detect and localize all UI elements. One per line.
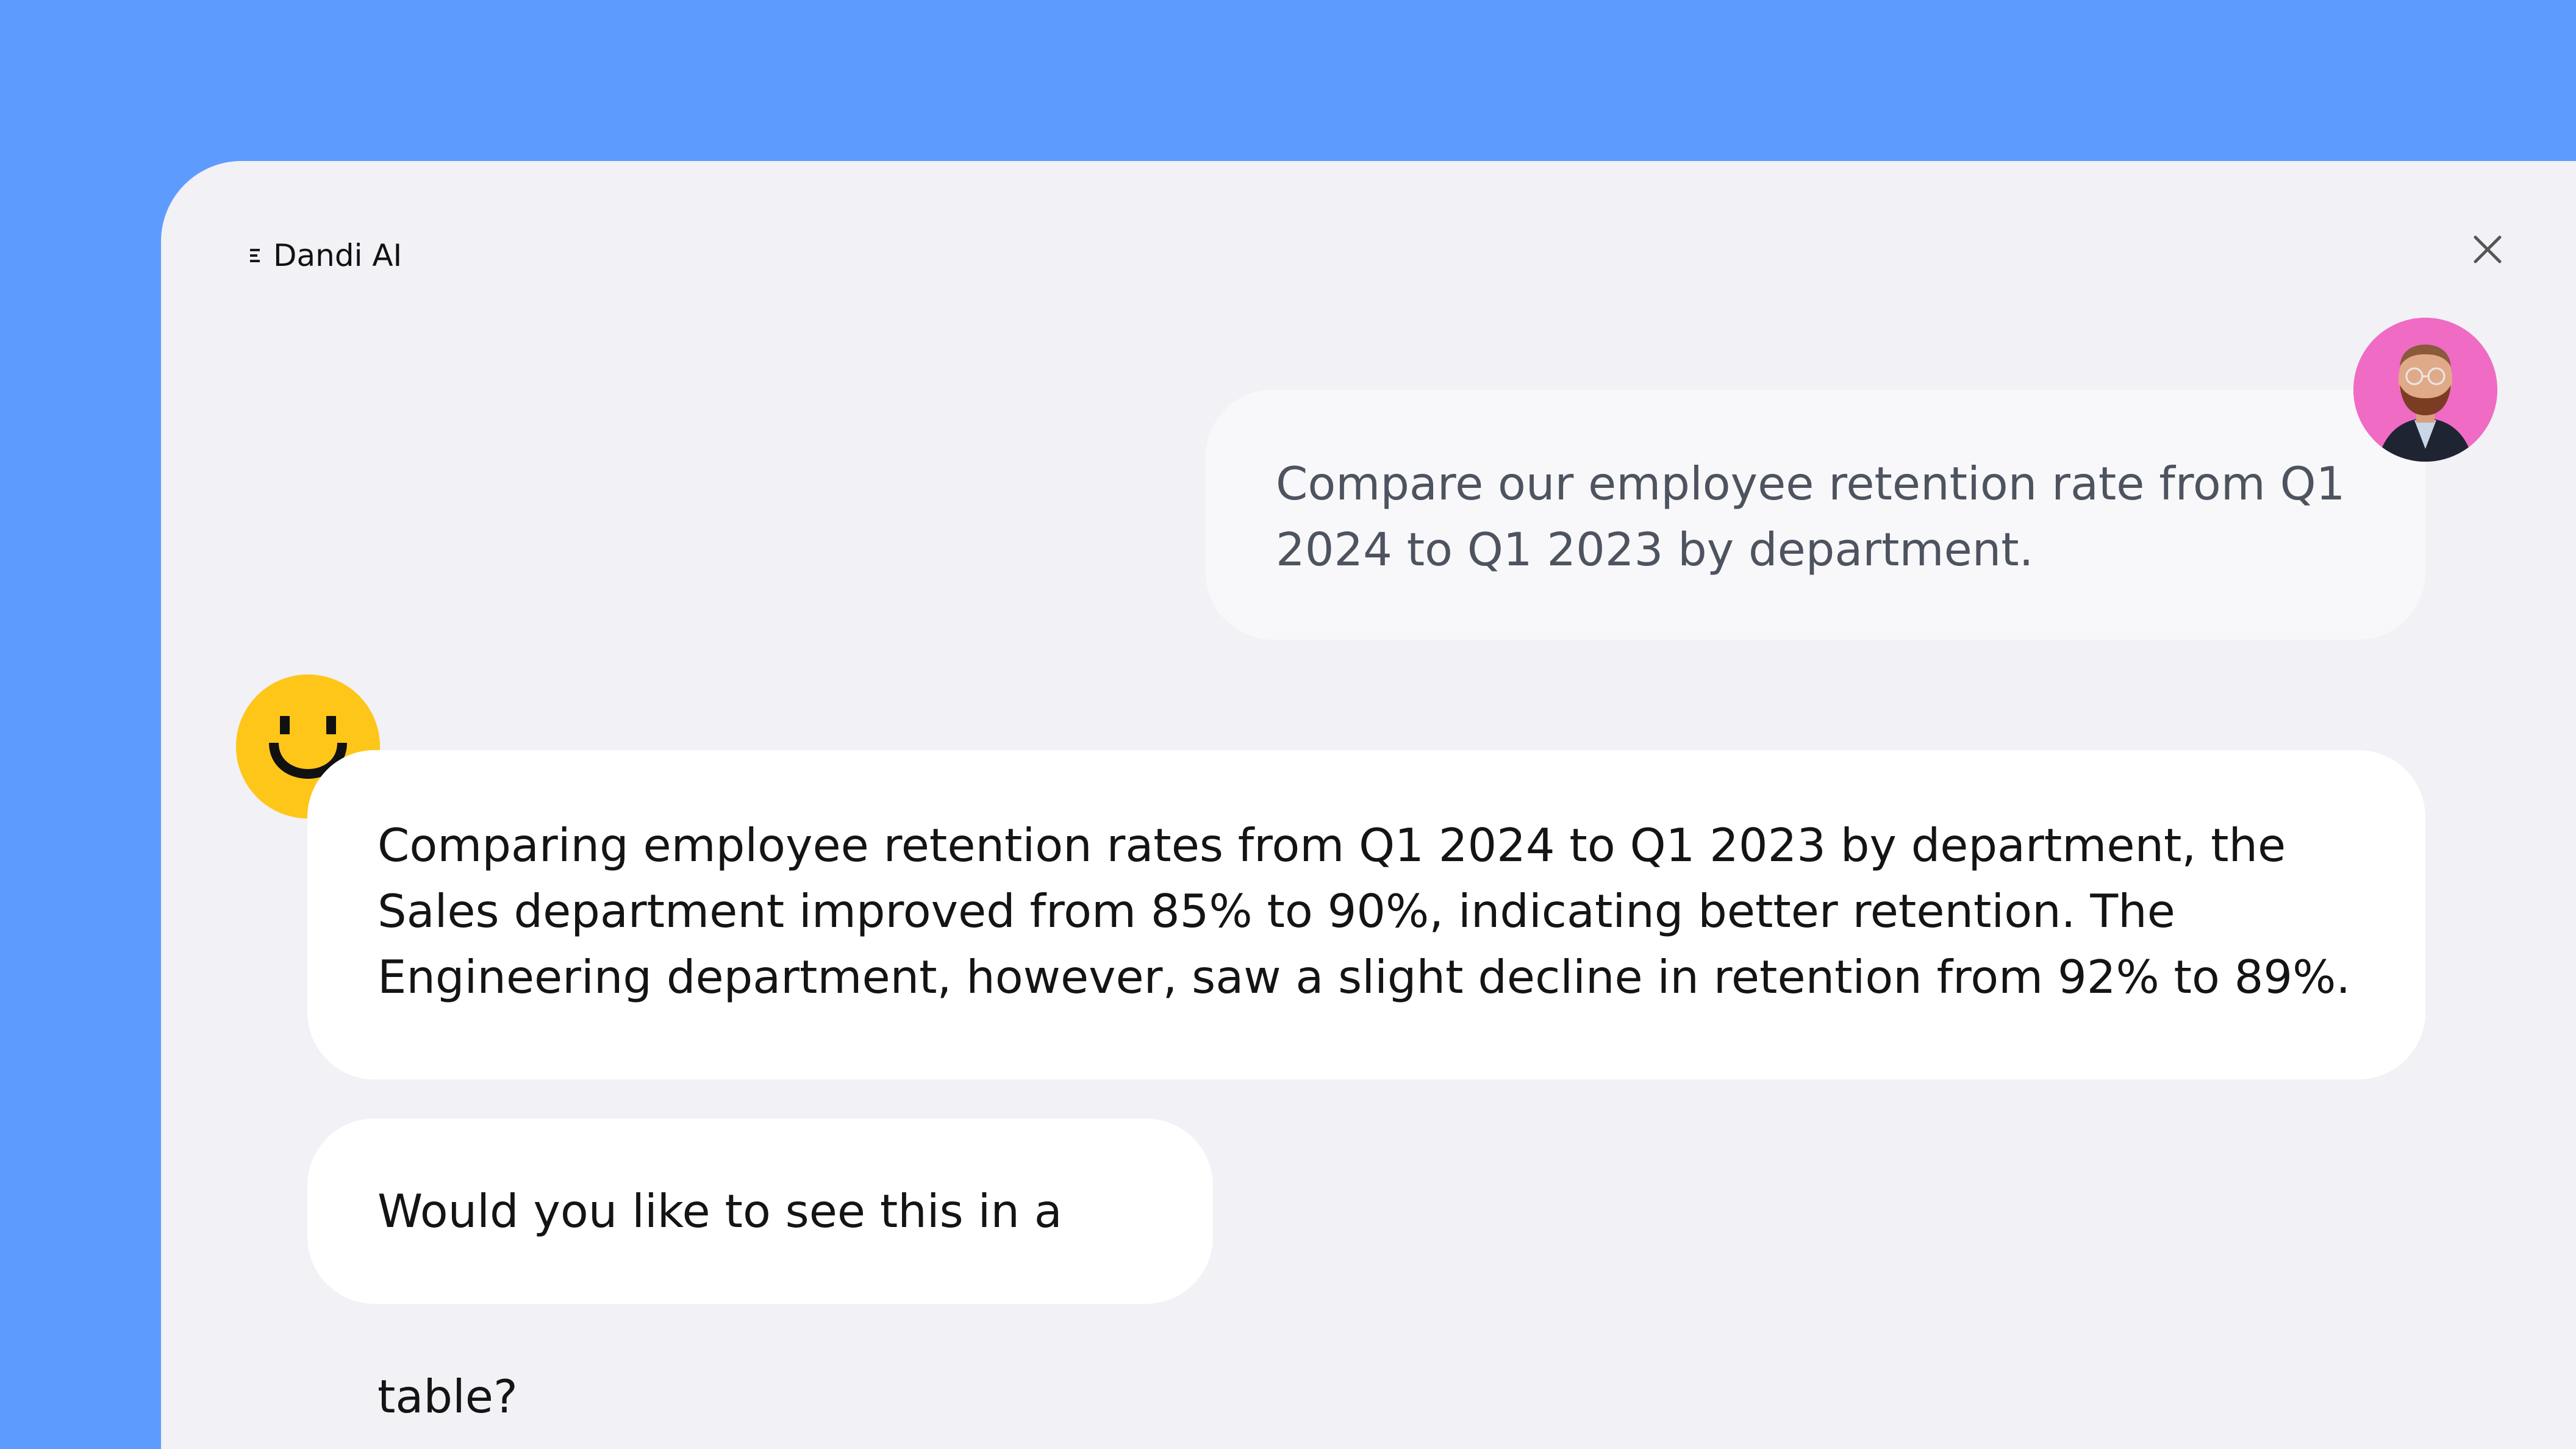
assistant-followup-text: Would you like to see this in a table? bbox=[377, 1184, 1062, 1423]
assistant-message-text: Comparing employee retention rates from … bbox=[377, 818, 2351, 1004]
close-icon[interactable] bbox=[2466, 228, 2509, 271]
assistant-message: Comparing employee retention rates from … bbox=[307, 750, 2425, 1079]
chat-header: Dandi AI bbox=[250, 231, 402, 280]
user-avatar bbox=[2353, 318, 2497, 462]
menu-icon[interactable] bbox=[250, 249, 262, 262]
user-message-text: Compare our employee retention rate from… bbox=[1276, 457, 2345, 576]
user-message: Compare our employee retention rate from… bbox=[1206, 390, 2425, 640]
app-title: Dandi AI bbox=[273, 238, 402, 273]
chat-panel: Dandi AI Compare our employee retention … bbox=[161, 161, 2576, 1449]
assistant-followup: Would you like to see this in a table? bbox=[307, 1118, 1213, 1423]
